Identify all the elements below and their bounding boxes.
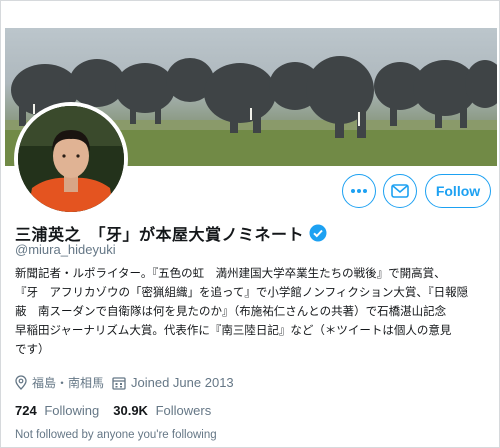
profile-bio: 新聞記者・ルポライター。『五色の虹 満州建国大学卒業生たちの戦後』で開高賞、 『… (15, 264, 495, 359)
follow-button[interactable]: Follow (425, 174, 491, 208)
joined-item: Joined June 2013 (112, 375, 234, 390)
more-dots-icon (351, 189, 367, 193)
envelope-icon (391, 184, 409, 198)
verified-badge-icon (309, 224, 327, 242)
followers-label: Followers (155, 403, 212, 418)
more-button[interactable] (342, 174, 376, 208)
bio-line: 蔽 南スーダンで自衛隊は何を見たのか』（布施祐仁さんとの共著）で石橋湛山記念 (15, 304, 447, 318)
following-label: Following (44, 403, 100, 418)
followers-count: 30.9K (113, 403, 148, 418)
profile-card: Follow 三浦英之 「牙」が本屋大賞ノミネート @miura_hideyuk… (0, 0, 500, 448)
joined-text: Joined June 2013 (131, 375, 234, 390)
bio-line: 早稲田ジャーナリズム大賞。代表作に『南三陸日記』など（＊ツイートは個人の意見 (15, 323, 452, 337)
location-item: 福島・南相馬 (15, 374, 104, 391)
not-followed-notice: Not followed by anyone you're following (15, 429, 217, 441)
bio-line: 『牙 アフリカゾウの「密猟組織」を追って』で小学館ノンフィクション大賞、『日報隠 (15, 285, 469, 299)
bio-line: です） (15, 342, 50, 356)
follow-counts: 724 Following 30.9K Followers (15, 403, 225, 418)
location-text: 福島・南相馬 (32, 376, 105, 390)
bio-line: 新聞記者・ルポライター。『五色の虹 満州建国大学卒業生たちの戦後』で開高賞、 (15, 266, 446, 280)
calendar-icon (112, 376, 126, 390)
profile-avatar[interactable] (14, 102, 128, 216)
message-button[interactable] (383, 174, 417, 208)
user-handle: @miura_hideyuki (15, 242, 116, 257)
profile-meta: 福島・南相馬 Joined June 2013 (15, 374, 242, 391)
following-link[interactable]: 724 Following (15, 403, 99, 418)
location-pin-icon (15, 375, 27, 390)
followers-link[interactable]: 30.9K Followers (113, 403, 211, 418)
following-count: 724 (15, 403, 37, 418)
